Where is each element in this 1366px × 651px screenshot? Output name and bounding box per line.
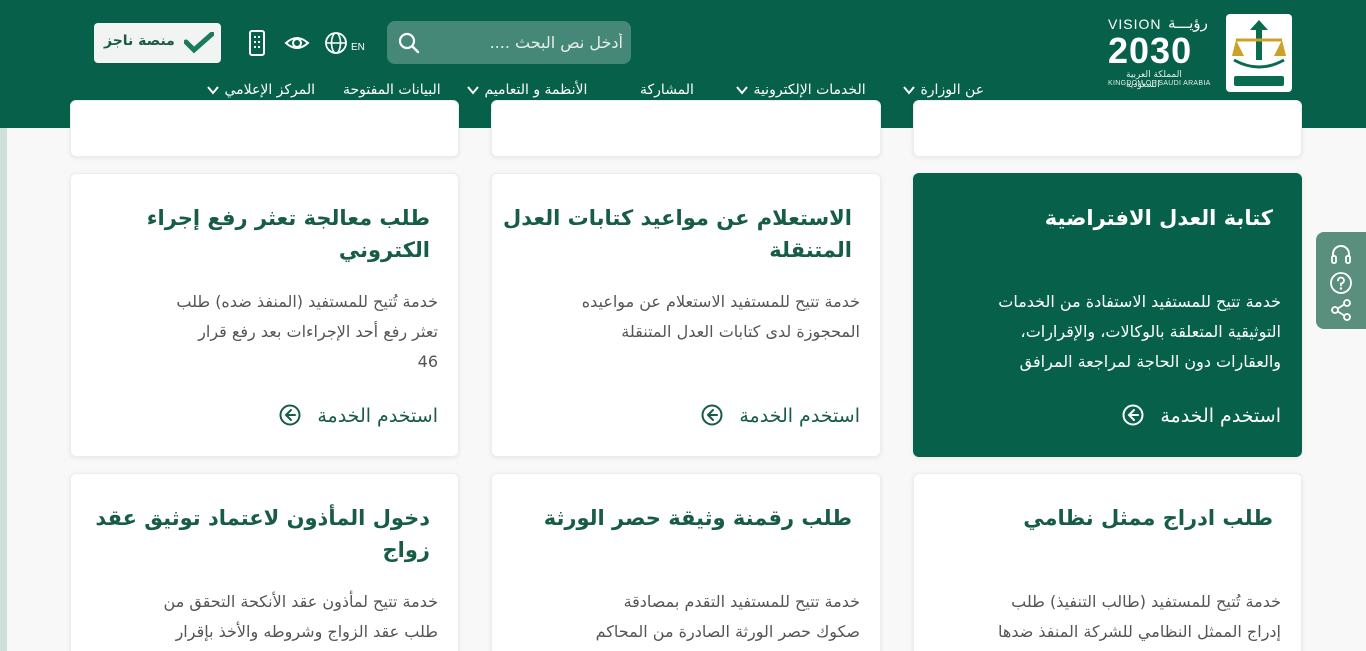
service-card-legal-representative[interactable]: طلب ادراج ممثل نظامي خدمة تُتيح للمستفيد…	[913, 473, 1302, 651]
card-description: خدمة تتيح لمأذون عقد الأنكحة التحقق من ط…	[164, 587, 438, 647]
card-desc-line: خدمة تُتيح للمستفيد (المنفذ ضده) طلب	[176, 292, 438, 311]
card-desc-line: خدمة تتيح للمستفيد التقدم بمصادقة	[623, 592, 860, 611]
card-title: الاستعلام عن مواعيد كتابات العدل المتنقل…	[503, 202, 852, 266]
card-title: طلب رقمنة وثيقة حصر الورثة	[544, 502, 852, 534]
vision-2030-logo: VISION رؤيـــة 2030 المملكة العربية السع…	[1106, 14, 1218, 90]
use-service-label: استخدم الخدمة	[1160, 405, 1281, 427]
card-title: طلب ادراج ممثل نظامي	[1023, 502, 1273, 534]
share-icon[interactable]	[1329, 298, 1353, 322]
use-service-label: استخدم الخدمة	[739, 405, 860, 427]
chevron-down-icon	[736, 86, 748, 95]
vision-kingdom-en: KINGDOM OF SAUDI ARABIA	[1108, 80, 1211, 87]
card-desc-line: التوثيقية المتعلقة بالوكالات، والإقرارات…	[1020, 322, 1281, 341]
floating-side-panel	[1316, 232, 1366, 329]
language-switch[interactable]: EN	[324, 31, 370, 57]
service-card-virtual-notary[interactable]: كتابة العدل الافتراضية خدمة تتيح للمستفي…	[913, 173, 1302, 457]
vision-year-text: 2030	[1108, 30, 1193, 71]
nav-label: الخدمات الإلكترونية	[753, 82, 866, 98]
card-desc-line: خدمة تُتيح للمستفيد (طالب التنفيذ) طلب	[1011, 592, 1281, 611]
nav-label: الأنظمة و التعاميم	[484, 82, 588, 98]
card-desc-line: 46	[417, 352, 438, 371]
nav-label: المشاركة	[640, 82, 694, 98]
left-edge-strip	[0, 128, 7, 651]
use-service-link[interactable]: استخدم الخدمة	[701, 404, 860, 427]
chevron-down-icon	[903, 86, 915, 95]
card-desc-line: صكوك حصر الورثة الصادرة من المحاكم	[595, 622, 860, 641]
globe-icon	[325, 32, 347, 54]
service-card-partial[interactable]	[70, 100, 459, 157]
card-desc-line: تعثر رفع أحد الإجراءات بعد رفع قرار	[198, 322, 438, 341]
card-desc-line: إدراج الممثل النظامي للشركة المنفذ ضدها	[998, 622, 1281, 641]
service-card-electronic-procedure[interactable]: طلب معالجة تعثر رفع إجراء الكتروني خدمة …	[70, 173, 459, 457]
card-title: كتابة العدل الافتراضية	[1044, 206, 1273, 230]
search-box	[387, 21, 631, 64]
card-title-line: المتنقلة	[769, 238, 852, 262]
card-title-line: الاستعلام عن مواعيد كتابات العدل	[503, 206, 852, 230]
card-description: خدمة تُتيح للمستفيد (المنفذ ضده) طلب تعث…	[176, 287, 438, 377]
search-input[interactable]	[427, 21, 623, 64]
card-desc-line: المحجوزة لدى كتابات العدل المتنقلة	[621, 322, 860, 341]
card-title: طلب معالجة تعثر رفع إجراء الكتروني	[147, 202, 430, 266]
nav-label: المركز الإعلامي	[224, 82, 316, 98]
service-card-heirs-document[interactable]: طلب رقمنة وثيقة حصر الورثة خدمة تتيح للم…	[491, 473, 881, 651]
card-title-line: طلب رقمنة وثيقة حصر الورثة	[543, 506, 852, 530]
card-desc-line: خدمة تتيح لمأذون عقد الأنكحة التحقق من	[163, 592, 438, 611]
card-title-line: طلب ادراج ممثل نظامي	[1023, 506, 1273, 530]
najiz-label: منصة ناجز	[104, 33, 175, 49]
najiz-platform-button[interactable]: منصة ناجز	[94, 23, 221, 63]
card-desc-line: خدمة تتيح للمستفيد الاستفادة من الخدمات	[998, 292, 1281, 311]
use-service-label: استخدم الخدمة	[317, 405, 438, 427]
card-title-line: دخول المأذون لاعتماد توثيق عقد	[95, 506, 430, 530]
card-title-line: زواج	[382, 538, 430, 562]
card-desc-line: طلب عقد الزواج وشروطه والأخذ بإقرار	[175, 622, 438, 641]
card-title-line: الكتروني	[338, 238, 430, 262]
arrow-left-circle-icon	[1122, 404, 1144, 426]
service-card-partial[interactable]	[491, 100, 881, 157]
service-card-mobile-notary-appointments[interactable]: الاستعلام عن مواعيد كتابات العدل المتنقل…	[491, 173, 881, 457]
help-icon[interactable]	[1329, 271, 1353, 295]
card-title: دخول المأذون لاعتماد توثيق عقد زواج	[95, 502, 430, 566]
ministry-emblem-icon[interactable]	[1226, 14, 1292, 92]
card-desc-line: خدمة تتيح للمستفيد الاستعلام عن مواعيده	[581, 292, 860, 311]
language-label: EN	[351, 42, 365, 53]
card-description: خدمة تتيح للمستفيد التقدم بمصادقة صكوك ح…	[596, 587, 860, 647]
nav-label: البيانات المفتوحة	[343, 82, 441, 98]
service-card-partial[interactable]	[913, 100, 1302, 157]
headset-icon[interactable]	[1329, 243, 1353, 267]
search-icon[interactable]	[397, 31, 421, 55]
arrow-left-circle-icon	[279, 404, 301, 426]
najiz-logo-icon	[184, 32, 214, 54]
chevron-down-icon	[207, 86, 219, 95]
nav-label: عن الوزارة	[920, 82, 985, 98]
card-desc-line: والعقارات دون الحاجة لمراجعة المرافق	[1019, 352, 1281, 371]
use-service-link[interactable]: استخدم الخدمة	[279, 404, 438, 427]
device-icon[interactable]	[248, 30, 266, 56]
service-card-marriage-official[interactable]: دخول المأذون لاعتماد توثيق عقد زواج خدمة…	[70, 473, 459, 651]
card-description: خدمة تتيح للمستفيد الاستفادة من الخدمات …	[998, 287, 1281, 377]
chevron-down-icon	[467, 86, 479, 95]
card-title-line: طلب معالجة تعثر رفع إجراء	[146, 206, 430, 230]
card-description: خدمة تُتيح للمستفيد (طالب التنفيذ) طلب إ…	[998, 587, 1281, 647]
eye-icon[interactable]	[284, 31, 310, 55]
arrow-left-circle-icon	[701, 404, 723, 426]
use-service-link[interactable]: استخدم الخدمة	[1122, 404, 1281, 427]
card-description: خدمة تتيح للمستفيد الاستعلام عن مواعيده …	[582, 287, 860, 347]
